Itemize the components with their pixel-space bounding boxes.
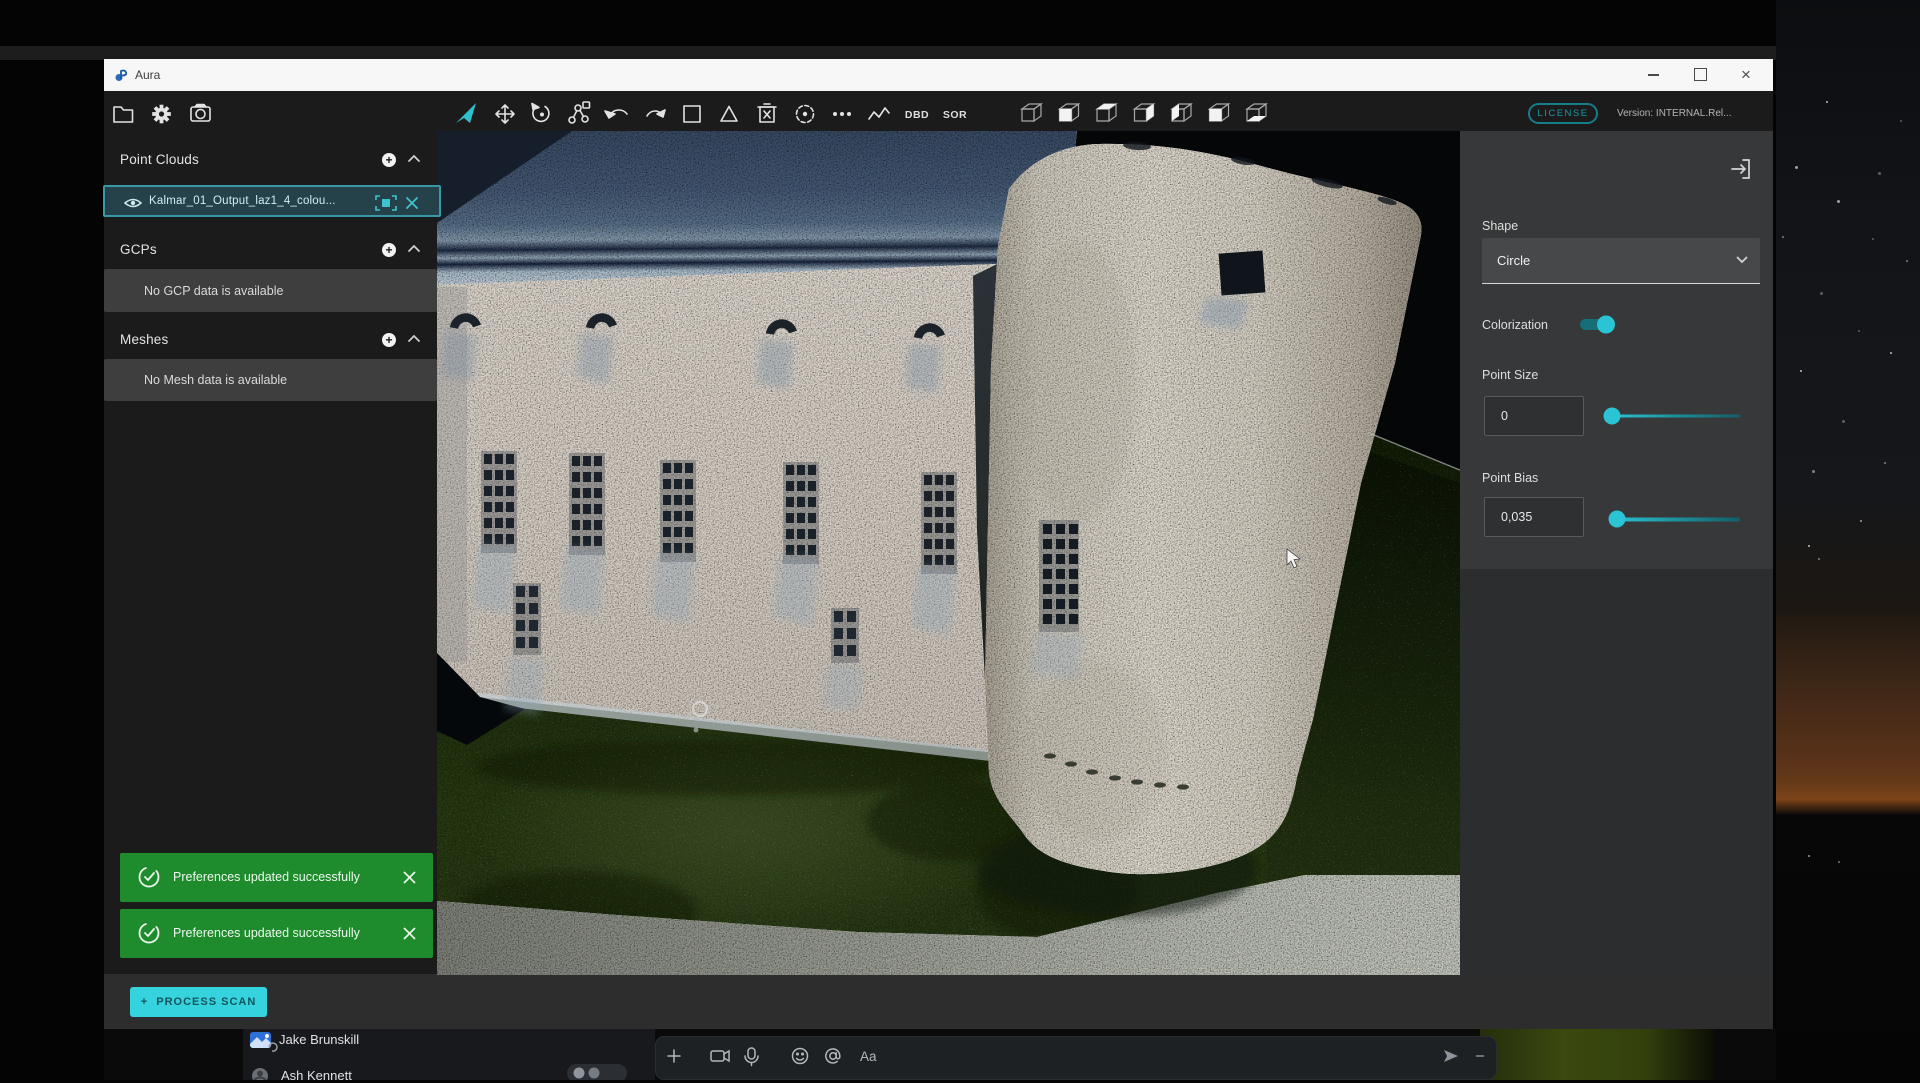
svg-text:SOR: SOR [943,109,967,121]
svg-text:Aa: Aa [860,1049,877,1064]
svg-text:DBD: DBD [905,109,929,121]
